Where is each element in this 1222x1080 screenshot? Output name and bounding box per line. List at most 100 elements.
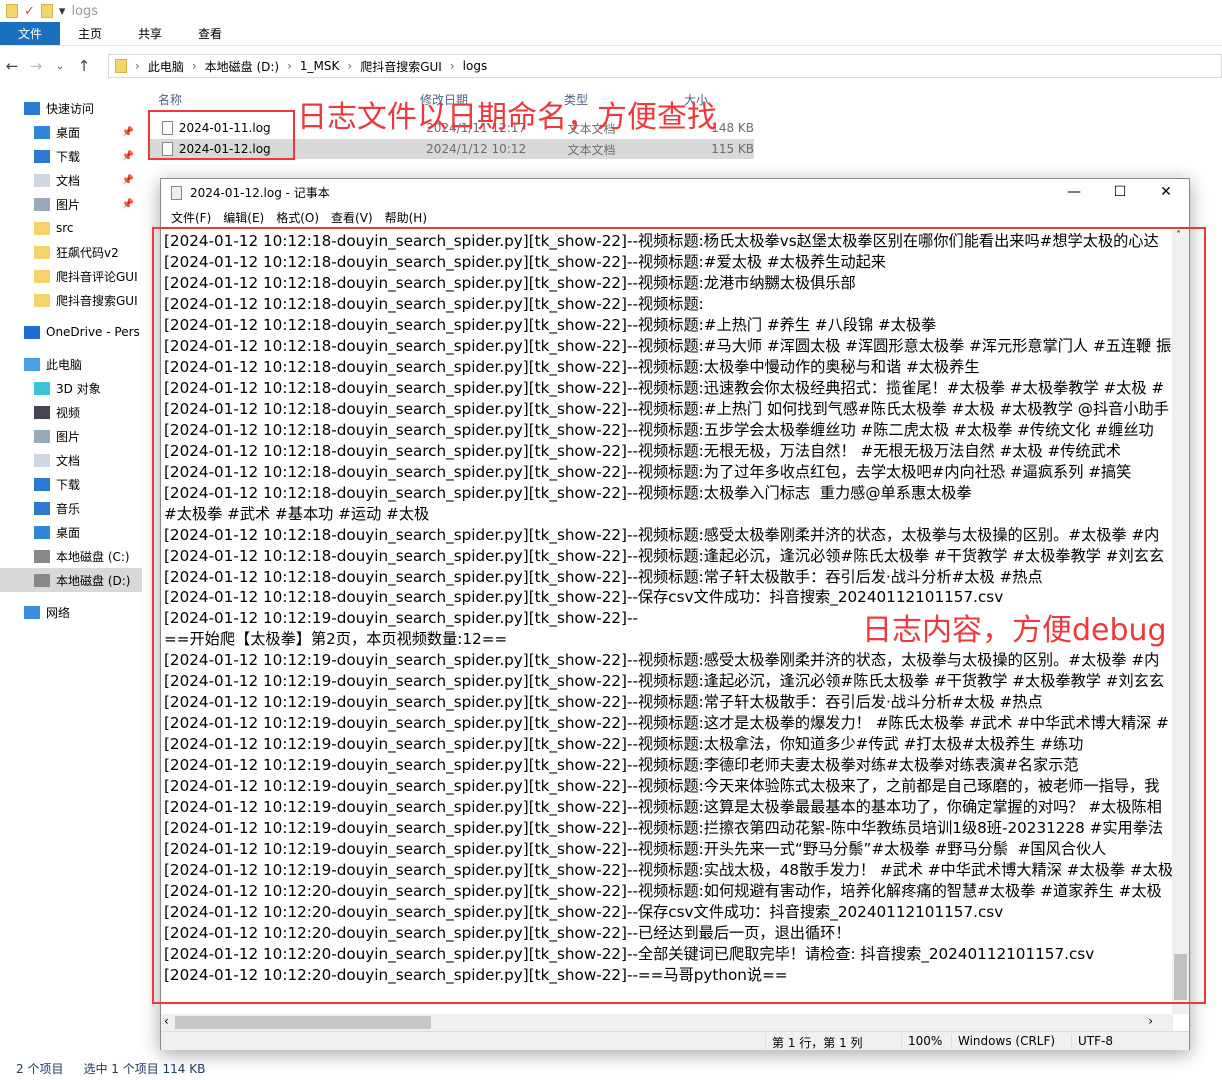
nav-item-label: src — [56, 221, 74, 235]
annotation-content-note: 日志内容，方便debug — [862, 613, 1167, 648]
nav-item-label: 文档 — [56, 453, 81, 468]
breadcrumb-item[interactable]: 爬抖音搜索GUI — [360, 58, 442, 75]
menu-file[interactable]: 文件(F) — [165, 209, 217, 226]
menu-view[interactable]: 查看(V) — [325, 209, 379, 226]
breadcrumb-item[interactable]: logs — [463, 59, 488, 73]
column-name[interactable]: 名称 — [158, 91, 182, 108]
document-icon — [34, 453, 50, 467]
nav-item-label: 下载 — [56, 477, 81, 492]
pin-icon[interactable]: 📌 — [122, 199, 134, 210]
nav-item[interactable]: 图片 📌 — [0, 192, 142, 216]
nav-item[interactable]: 快速访问 — [0, 96, 142, 120]
nav-item-label: 此电脑 — [46, 357, 83, 372]
tab-home[interactable]: 主页 — [60, 22, 120, 45]
notepad-title-bar: 2024-01-12.log - 记事本 — ☐ ✕ — [161, 179, 1189, 206]
horizontal-scrollbar[interactable]: ‹ › — [161, 1014, 1173, 1031]
tab-view[interactable]: 查看 — [180, 22, 240, 45]
line-ending: Windows (CRLF) — [951, 1034, 1055, 1048]
nav-item[interactable]: 此电脑 — [0, 352, 142, 376]
up-icon[interactable]: ↑ — [72, 57, 96, 75]
download-icon — [34, 477, 50, 491]
close-button[interactable]: ✕ — [1143, 179, 1189, 206]
download-icon — [34, 149, 50, 163]
tab-file[interactable]: 文件 — [0, 22, 60, 45]
nav-item[interactable]: 爬抖音评论GUI — [0, 264, 142, 288]
nav-item[interactable]: OneDrive - Pers — [0, 320, 142, 344]
cursor-position: 第 1 行，第 1 列 — [765, 1034, 863, 1051]
menu-format[interactable]: 格式(O) — [270, 209, 325, 226]
recent-dropdown-icon[interactable]: ⌄ — [48, 61, 72, 72]
folder-icon — [6, 4, 18, 18]
computer-icon — [24, 357, 40, 371]
file-size: 115 KB — [711, 142, 755, 156]
scroll-left-icon[interactable]: ‹ — [164, 1014, 169, 1028]
nav-item[interactable]: 下载 📌 — [0, 144, 142, 168]
menu-help[interactable]: 帮助(H) — [379, 209, 433, 226]
nav-item-label: 图片 — [56, 197, 81, 212]
minimize-button[interactable]: — — [1051, 179, 1097, 206]
quick-access-toolbar: ✓ ▾ logs — [0, 0, 1222, 22]
music-icon — [34, 501, 50, 515]
star-icon — [24, 101, 40, 115]
notepad-menu-bar: 文件(F) 编辑(E) 格式(O) 查看(V) 帮助(H) — [161, 206, 1189, 228]
nav-item[interactable]: 桌面 — [0, 520, 142, 544]
address-bar[interactable]: › 此电脑 › 本地磁盘 (D:) › 1_MSK › 爬抖音搜索GUI › logs — [108, 54, 1222, 78]
breadcrumb-item[interactable]: 1_MSK — [300, 59, 339, 73]
pin-icon[interactable]: 📌 — [122, 127, 134, 138]
nav-item-label: 3D 对象 — [56, 381, 101, 396]
properties-icon[interactable]: ✓ — [24, 4, 35, 19]
nav-item-label: 视频 — [56, 405, 81, 420]
forward-icon[interactable]: → — [24, 57, 48, 75]
tab-share[interactable]: 共享 — [120, 22, 180, 45]
folder-icon — [34, 293, 50, 307]
nav-item-label: 桌面 — [56, 125, 81, 140]
nav-item-label: 文档 — [56, 173, 81, 188]
desktop-icon — [34, 125, 50, 139]
nav-item[interactable]: 3D 对象 — [0, 376, 142, 400]
scroll-right-icon[interactable]: › — [1148, 1014, 1153, 1028]
back-icon[interactable]: ← — [0, 57, 24, 75]
nav-item[interactable]: 下载 — [0, 472, 142, 496]
folder-icon — [34, 269, 50, 283]
nav-item[interactable]: 文档 📌 — [0, 168, 142, 192]
nav-item[interactable]: 桌面 📌 — [0, 120, 142, 144]
annotation-box-files — [148, 110, 295, 160]
nav-item-label: 下载 — [56, 149, 81, 164]
nav-item-label: 狂飙代码v2 — [56, 245, 119, 260]
folder-icon — [34, 221, 50, 235]
pin-icon[interactable]: 📌 — [122, 175, 134, 186]
new-folder-icon[interactable] — [40, 4, 53, 18]
nav-item[interactable]: 本地磁盘 (C:) — [0, 544, 142, 568]
nav-item[interactable]: 图片 — [0, 424, 142, 448]
notepad-title: 2024-01-12.log - 记事本 — [190, 186, 330, 200]
menu-edit[interactable]: 编辑(E) — [217, 209, 270, 226]
navigation-pane: 快速访问桌面 📌 下载 📌 文档 📌 图片 📌 src 狂飙代码v2 爬抖音评论GUI 爬抖音搜索GU… — [0, 96, 142, 636]
nav-item-label: 音乐 — [56, 501, 81, 516]
maximize-button[interactable]: ☐ — [1097, 179, 1143, 206]
horizontal-scroll-thumb[interactable] — [175, 1016, 431, 1029]
cube-icon — [34, 381, 50, 395]
selection-info: 选中 1 个项目 114 KB — [83, 1061, 206, 1076]
nav-item[interactable]: 音乐 — [0, 496, 142, 520]
nav-item-label: 本地磁盘 (D:) — [56, 573, 131, 588]
nav-item[interactable]: 爬抖音搜索GUI — [0, 288, 142, 312]
nav-item-label: 网络 — [46, 605, 71, 620]
encoding: UTF-8 — [1071, 1034, 1113, 1048]
nav-item-label: 本地磁盘 (C:) — [56, 549, 130, 564]
nav-item[interactable]: 文档 — [0, 448, 142, 472]
nav-item[interactable]: 网络 — [0, 600, 142, 624]
explorer-status-bar: 2 个项目 选中 1 个项目 114 KB — [0, 1058, 400, 1078]
nav-item-label: 桌面 — [56, 525, 81, 540]
window-title: logs — [71, 3, 99, 19]
nav-item[interactable]: 视频 — [0, 400, 142, 424]
breadcrumb-item[interactable]: 本地磁盘 (D:) — [205, 58, 279, 75]
nav-item[interactable]: 本地磁盘 (D:) — [0, 568, 142, 592]
breadcrumb-item[interactable]: 此电脑 — [148, 58, 184, 75]
nav-item[interactable]: src — [0, 216, 142, 240]
dropdown-icon[interactable]: ▾ — [59, 4, 66, 19]
desktop-icon — [34, 525, 50, 539]
file-modified: 2024/1/12 10:12 — [426, 142, 527, 156]
nav-item[interactable]: 狂飙代码v2 — [0, 240, 142, 264]
notepad-status-bar: 第 1 行，第 1 列 100% Windows (CRLF) UTF-8 — [161, 1031, 1189, 1051]
pin-icon[interactable]: 📌 — [122, 151, 134, 162]
